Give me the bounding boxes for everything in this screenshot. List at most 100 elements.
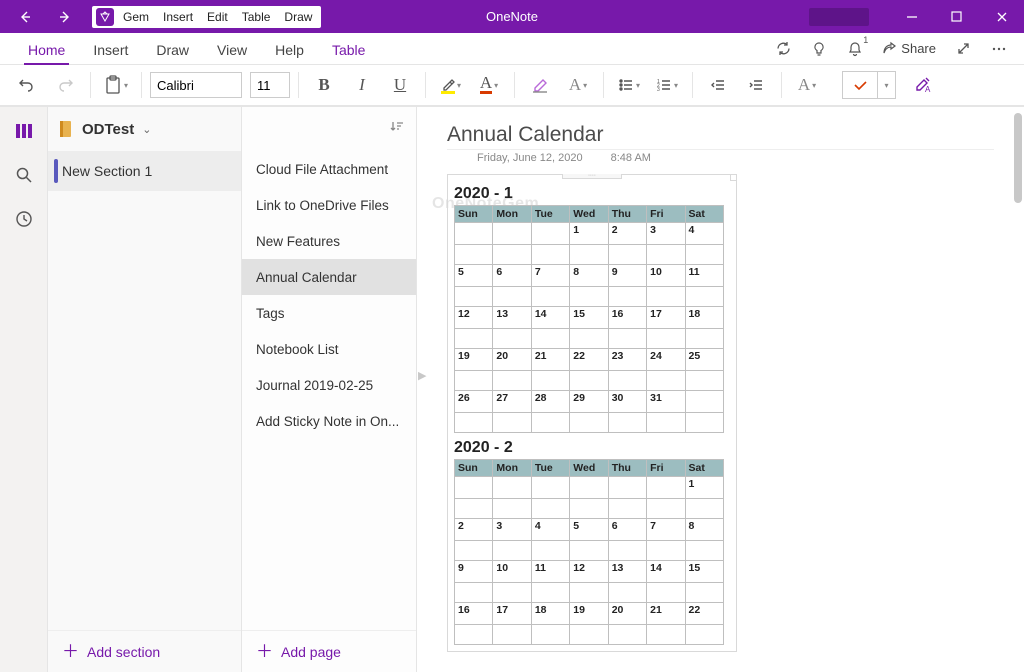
calendar-cell-body[interactable] bbox=[647, 541, 685, 561]
calendar-cell[interactable]: 18 bbox=[685, 307, 723, 329]
calendar-cell[interactable]: 10 bbox=[647, 265, 685, 287]
undo-button[interactable] bbox=[10, 69, 44, 101]
calendar-cell-body[interactable] bbox=[531, 499, 569, 519]
container-resize-icon[interactable] bbox=[730, 174, 737, 181]
calendar-cell-body[interactable] bbox=[493, 413, 531, 433]
more-icon[interactable] bbox=[984, 34, 1014, 64]
calendar-cell-body[interactable] bbox=[455, 625, 493, 645]
page-item[interactable]: Annual Calendar bbox=[242, 259, 416, 295]
gem-menu-insert[interactable]: Insert bbox=[156, 10, 200, 24]
calendar-cell-body[interactable] bbox=[647, 329, 685, 349]
calendar-cell[interactable]: 5 bbox=[570, 519, 608, 541]
calendar-cell-body[interactable] bbox=[531, 245, 569, 265]
calendar-cell-body[interactable] bbox=[608, 371, 646, 391]
tab-home[interactable]: Home bbox=[14, 36, 79, 64]
calendar-cell[interactable] bbox=[493, 223, 531, 245]
calendar-cell[interactable]: 28 bbox=[531, 391, 569, 413]
calendar-cell[interactable]: 30 bbox=[608, 391, 646, 413]
calendar-cell[interactable]: 2 bbox=[455, 519, 493, 541]
window-close-button[interactable] bbox=[979, 0, 1024, 33]
calendar-cell[interactable] bbox=[455, 477, 493, 499]
calendar-cell-body[interactable] bbox=[455, 499, 493, 519]
calendar-cell[interactable]: 12 bbox=[455, 307, 493, 329]
calendar-cell[interactable]: 4 bbox=[531, 519, 569, 541]
calendar-cell-body[interactable] bbox=[608, 413, 646, 433]
calendar-cell[interactable]: 16 bbox=[455, 603, 493, 625]
user-chip[interactable] bbox=[809, 8, 869, 26]
calendar-cell-body[interactable] bbox=[570, 245, 608, 265]
calendar-cell-body[interactable] bbox=[531, 583, 569, 603]
calendar-cell[interactable]: 13 bbox=[608, 561, 646, 583]
calendar-cell[interactable]: 1 bbox=[570, 223, 608, 245]
font-color-button[interactable]: A bbox=[472, 69, 506, 101]
calendar-cell-body[interactable] bbox=[570, 413, 608, 433]
redo-button[interactable] bbox=[48, 69, 82, 101]
calendar-cell-body[interactable] bbox=[608, 245, 646, 265]
calendar-cell-body[interactable] bbox=[608, 583, 646, 603]
calendar-cell[interactable]: 20 bbox=[493, 349, 531, 371]
calendar-cell-body[interactable] bbox=[531, 541, 569, 561]
calendar-cell[interactable] bbox=[531, 223, 569, 245]
calendar-cell[interactable]: 22 bbox=[570, 349, 608, 371]
calendar-cell-body[interactable] bbox=[493, 371, 531, 391]
bold-button[interactable]: B bbox=[307, 69, 341, 101]
calendar-cell[interactable]: 23 bbox=[608, 349, 646, 371]
calendar-cell[interactable]: 11 bbox=[685, 265, 723, 287]
calendar-cell[interactable]: 17 bbox=[647, 307, 685, 329]
calendar-cell-body[interactable] bbox=[608, 287, 646, 307]
calendar-cell-body[interactable] bbox=[685, 413, 723, 433]
calendar-cell[interactable]: 19 bbox=[570, 603, 608, 625]
format-painter-button[interactable]: A bbox=[906, 69, 940, 101]
tab-insert[interactable]: Insert bbox=[79, 36, 142, 64]
fullscreen-icon[interactable] bbox=[948, 34, 978, 64]
gem-menu-gem[interactable]: Gem bbox=[116, 10, 156, 24]
container-grip-icon[interactable]: ∙∙∙∙ bbox=[562, 174, 622, 179]
calendar-cell-body[interactable] bbox=[685, 499, 723, 519]
calendar-cell-body[interactable] bbox=[531, 625, 569, 645]
calendar-cell[interactable]: 24 bbox=[647, 349, 685, 371]
calendar-cell[interactable]: 16 bbox=[608, 307, 646, 329]
notebooks-icon[interactable] bbox=[4, 113, 44, 149]
recent-icon[interactable] bbox=[4, 201, 44, 237]
calendar-cell[interactable]: 1 bbox=[685, 477, 723, 499]
calendar-cell[interactable]: 6 bbox=[493, 265, 531, 287]
calendar-cell-body[interactable] bbox=[647, 371, 685, 391]
calendar-cell[interactable] bbox=[608, 477, 646, 499]
calendar-cell[interactable] bbox=[493, 477, 531, 499]
calendar-cell[interactable]: 21 bbox=[531, 349, 569, 371]
bell-icon[interactable]: 1 bbox=[840, 34, 870, 64]
calendar-cell-body[interactable] bbox=[531, 371, 569, 391]
calendar-cell-body[interactable] bbox=[570, 329, 608, 349]
tab-table[interactable]: Table bbox=[318, 36, 379, 64]
highlight-button[interactable] bbox=[434, 69, 468, 101]
calendar-cell[interactable] bbox=[531, 477, 569, 499]
calendar-cell[interactable]: 27 bbox=[493, 391, 531, 413]
calendar-cell-body[interactable] bbox=[455, 287, 493, 307]
page-item[interactable]: Tags bbox=[242, 295, 416, 331]
search-icon[interactable] bbox=[4, 157, 44, 193]
back-button[interactable] bbox=[5, 0, 45, 33]
calendar-cell-body[interactable] bbox=[608, 625, 646, 645]
section-item[interactable]: New Section 1 bbox=[48, 151, 241, 191]
calendar-cell[interactable]: 8 bbox=[570, 265, 608, 287]
calendar-cell[interactable]: 3 bbox=[647, 223, 685, 245]
calendar-cell[interactable] bbox=[685, 391, 723, 413]
clear-format-button[interactable] bbox=[523, 69, 557, 101]
calendar-cell-body[interactable] bbox=[570, 287, 608, 307]
calendar-cell[interactable] bbox=[647, 477, 685, 499]
calendar-cell-body[interactable] bbox=[647, 583, 685, 603]
page-item[interactable]: Cloud File Attachment bbox=[242, 151, 416, 187]
calendar-cell[interactable]: 14 bbox=[531, 307, 569, 329]
calendar-cell-body[interactable] bbox=[647, 499, 685, 519]
scrollbar[interactable] bbox=[1012, 107, 1022, 672]
page-item[interactable]: New Features bbox=[242, 223, 416, 259]
numbering-button[interactable]: 123 bbox=[650, 69, 684, 101]
forward-button[interactable] bbox=[45, 0, 85, 33]
calendar-cell-body[interactable] bbox=[531, 413, 569, 433]
calendar-cell-body[interactable] bbox=[608, 329, 646, 349]
calendar-cell-body[interactable] bbox=[455, 245, 493, 265]
calendar-cell-body[interactable] bbox=[685, 329, 723, 349]
tab-help[interactable]: Help bbox=[261, 36, 318, 64]
calendar-cell-body[interactable] bbox=[685, 245, 723, 265]
calendar-cell[interactable] bbox=[570, 477, 608, 499]
